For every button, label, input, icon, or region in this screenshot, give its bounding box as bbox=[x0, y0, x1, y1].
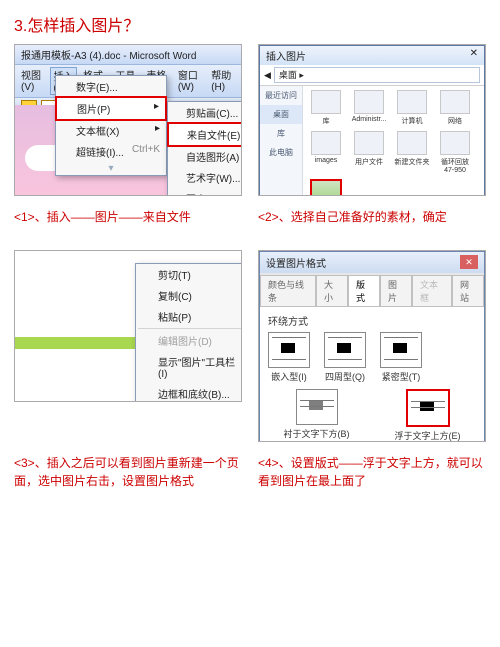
wrap-square[interactable]: 四周型(Q) bbox=[324, 332, 366, 383]
caption-4: <4>、设置版式——浮于文字上方，就可以看到图片在最上面了 bbox=[258, 454, 486, 490]
tab-picture[interactable]: 图片 bbox=[380, 275, 412, 306]
file-item[interactable]: 新建文件夹 bbox=[393, 131, 431, 174]
file-item[interactable]: 网络 bbox=[436, 90, 474, 126]
window-title: 报通用模板-A3 (4).doc - Microsoft Word bbox=[15, 45, 241, 65]
tab-web[interactable]: 网站 bbox=[452, 275, 484, 306]
menu-item-picture[interactable]: 图片(P)▸ bbox=[55, 96, 167, 121]
ctx-paste[interactable]: 粘贴(P) bbox=[136, 306, 242, 327]
place-pc[interactable]: 此电脑 bbox=[260, 143, 302, 162]
sub-autoshape[interactable]: 自选图形(A) bbox=[168, 146, 242, 167]
ctx-borders[interactable]: 边框和底纹(B)... bbox=[136, 383, 242, 402]
sub-from-file[interactable]: 来自文件(E)... bbox=[167, 122, 242, 147]
screenshot-step3: 剪切(T) 复制(C) 粘贴(P) 编辑图片(D) 显示"图片"工具栏(I) 边… bbox=[14, 250, 242, 402]
wrap-behind[interactable]: 衬于文字下方(B) bbox=[284, 389, 350, 442]
caption-2: <2>、选择自己准备好的素材，确定 bbox=[258, 208, 486, 226]
ctx-edit-pic: 编辑图片(D) bbox=[136, 330, 242, 351]
caption-1: <1>、插入——图片——来自文件 bbox=[14, 208, 242, 226]
tab-size[interactable]: 大小 bbox=[316, 275, 348, 306]
file-item[interactable]: 库 bbox=[307, 90, 345, 126]
ctx-show-toolbar[interactable]: 显示"图片"工具栏(I) bbox=[136, 351, 242, 383]
file-item[interactable]: 循环回放 47-950 bbox=[436, 131, 474, 174]
dlg-title: 插入图片 bbox=[266, 48, 306, 63]
caption-3: <3>、插入之后可以看到图片重新建一个页面，选中图片右击，设置图片格式 bbox=[14, 454, 242, 490]
file-item-selected[interactable]: 简单边框.jpg bbox=[307, 179, 345, 196]
dlg4-title: 设置图片格式 bbox=[266, 255, 326, 270]
screenshot-step1: 报通用模板-A3 (4).doc - Microsoft Word 视图(V) … bbox=[14, 44, 242, 196]
ctx-copy[interactable]: 复制(C) bbox=[136, 285, 242, 306]
page-heading: 3.怎样插入图片？ bbox=[14, 12, 486, 36]
back-icon[interactable]: ◀ bbox=[264, 70, 271, 81]
place-lib[interactable]: 库 bbox=[260, 124, 302, 143]
close-icon[interactable]: ✕ bbox=[470, 48, 478, 63]
sub-chart[interactable]: 图表(H) bbox=[168, 188, 242, 196]
picture-submenu: 剪贴画(C)... 来自文件(E)... 自选图形(A) 艺术字(W)... 图… bbox=[167, 101, 242, 196]
tab-strip: 颜色与线条 大小 版式 图片 文本框 网站 bbox=[260, 273, 484, 306]
path-bar[interactable]: 桌面 ▸ bbox=[274, 67, 480, 83]
menu-window[interactable]: 窗口(W) bbox=[176, 67, 205, 95]
place-recent[interactable]: 最近访问 bbox=[260, 86, 302, 105]
context-menu: 剪切(T) 复制(C) 粘贴(P) 编辑图片(D) 显示"图片"工具栏(I) 边… bbox=[135, 263, 242, 402]
tab-textbox[interactable]: 文本框 bbox=[412, 275, 452, 306]
place-desktop[interactable]: 桌面 bbox=[260, 105, 302, 124]
wrap-inline[interactable]: 嵌入型(I) bbox=[268, 332, 310, 383]
wrap-label: 环绕方式 bbox=[268, 313, 476, 328]
sub-clipart[interactable]: 剪贴画(C)... bbox=[168, 102, 242, 123]
ctx-cut[interactable]: 剪切(T) bbox=[136, 264, 242, 285]
menu-item-textbox[interactable]: 文本框(X)▸ bbox=[56, 120, 166, 141]
menu-item-numbers[interactable]: 数字(E)... bbox=[56, 76, 166, 97]
file-grid: 库 Administr... 计算机 网络 images 用户文件 新建文件夹 … bbox=[303, 86, 484, 196]
tab-layout[interactable]: 版式 bbox=[348, 275, 380, 307]
screenshot-step2: 插入图片 ✕ ◀桌面 ▸ 最近访问 桌面 库 此电脑 库 Administr...… bbox=[258, 44, 486, 196]
menu-view[interactable]: 视图(V) bbox=[19, 67, 46, 95]
menu-help[interactable]: 帮助(H) bbox=[209, 67, 237, 95]
wrap-tight[interactable]: 紧密型(T) bbox=[380, 332, 422, 383]
file-item[interactable]: Administr... bbox=[350, 90, 388, 126]
places-sidebar: 最近访问 桌面 库 此电脑 bbox=[260, 86, 303, 196]
menu-item-hyperlink[interactable]: 超链接(I)...Ctrl+K bbox=[56, 141, 166, 162]
tab-colors[interactable]: 颜色与线条 bbox=[260, 275, 316, 306]
close-icon[interactable]: ✕ bbox=[460, 255, 478, 269]
sub-wordart[interactable]: 艺术字(W)... bbox=[168, 167, 242, 188]
wrap-front[interactable]: 浮于文字上方(E) bbox=[395, 389, 461, 442]
file-item[interactable]: 用户文件 bbox=[350, 131, 388, 174]
file-item[interactable]: images bbox=[307, 131, 345, 174]
file-item[interactable]: 计算机 bbox=[393, 90, 431, 126]
insert-dropdown: 数字(E)... 图片(P)▸ 文本框(X)▸ 超链接(I)...Ctrl+K … bbox=[55, 75, 167, 176]
screenshot-step4: 设置图片格式 ✕ 颜色与线条 大小 版式 图片 文本框 网站 环绕方式 嵌入型(I… bbox=[258, 250, 486, 442]
